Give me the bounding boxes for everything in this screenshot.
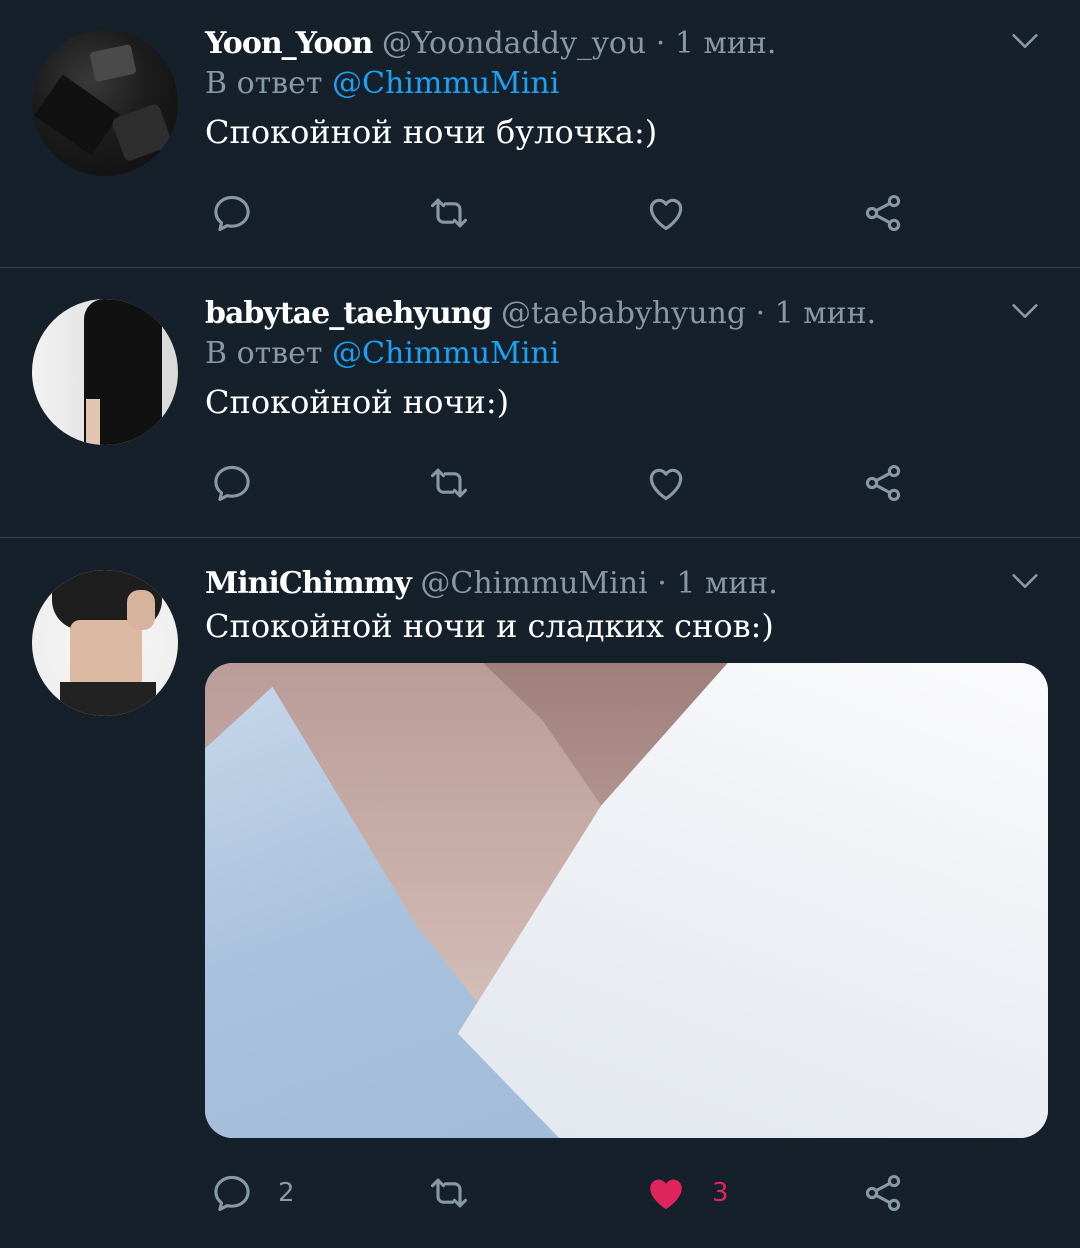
share-button[interactable]: [861, 458, 905, 508]
reply-button[interactable]: [210, 458, 254, 508]
share-icon: [861, 1171, 905, 1215]
chevron-down-icon[interactable]: [1008, 294, 1042, 328]
reply-context: В ответ @ChimmuMini: [205, 64, 1050, 104]
reply-mention[interactable]: @ChimmuMini: [332, 336, 559, 371]
tweet-text: Спокойной ночи и сладких снов:): [205, 607, 774, 645]
tweet-media-image[interactable]: [205, 663, 1048, 1138]
reply-context: В ответ @ChimmuMini: [205, 334, 1050, 374]
tweet-text: Спокойной ночи:): [205, 383, 510, 421]
reply-mention[interactable]: @ChimmuMini: [332, 66, 559, 101]
retweet-icon: [427, 1171, 471, 1215]
tweet-header: Yoon_Yoon @Yoondaddy_you · 1 мин.: [205, 24, 1050, 64]
heart-filled-icon: [644, 1171, 688, 1215]
heart-icon: [644, 461, 688, 505]
user-handle[interactable]: @ChimmuMini: [420, 566, 647, 601]
display-name[interactable]: babytae_taehyung: [205, 296, 492, 331]
tweet[interactable]: Yoon_Yoon @Yoondaddy_you · 1 мин. В отве…: [0, 0, 1080, 268]
like-button[interactable]: 3: [644, 1168, 729, 1218]
retweet-icon: [427, 461, 471, 505]
timestamp: · 1 мин.: [655, 26, 777, 61]
tweet-actions: [205, 188, 925, 238]
avatar[interactable]: [32, 299, 178, 445]
display-name[interactable]: Yoon_Yoon: [205, 26, 373, 61]
chevron-down-icon[interactable]: [1008, 24, 1042, 58]
reply-button[interactable]: 2: [210, 1168, 295, 1218]
tweet[interactable]: babytae_taehyung @taebabyhyung · 1 мин. …: [0, 268, 1080, 538]
retweet-button[interactable]: [427, 188, 471, 238]
tweet-header: babytae_taehyung @taebabyhyung · 1 мин.: [205, 294, 1050, 334]
like-count: 3: [712, 1178, 729, 1208]
like-button[interactable]: [644, 188, 688, 238]
retweet-button[interactable]: [427, 1168, 471, 1218]
like-button[interactable]: [644, 458, 688, 508]
user-handle[interactable]: @taebabyhyung: [501, 296, 746, 331]
share-button[interactable]: [861, 1168, 905, 1218]
reply-icon: [210, 191, 254, 235]
display-name[interactable]: MiniChimmy: [205, 566, 412, 601]
tweet-header: MiniChimmy @ChimmuMini · 1 мин.: [205, 564, 1050, 604]
timestamp: · 1 мин.: [657, 566, 778, 601]
share-icon: [861, 461, 905, 505]
avatar[interactable]: [32, 30, 178, 176]
timestamp: · 1 мин.: [755, 296, 877, 331]
chevron-down-icon[interactable]: [1008, 564, 1042, 598]
tweet-actions: [205, 458, 925, 508]
heart-icon: [644, 191, 688, 235]
share-icon: [861, 191, 905, 235]
retweet-icon: [427, 191, 471, 235]
tweet-text: Спокойной ночи булочка:): [205, 113, 658, 151]
reply-icon: [210, 1171, 254, 1215]
avatar[interactable]: [32, 570, 178, 716]
tweet-actions: 2 3: [205, 1168, 925, 1218]
reply-count: 2: [278, 1178, 295, 1208]
share-button[interactable]: [861, 188, 905, 238]
reply-button[interactable]: [210, 188, 254, 238]
reply-prefix: В ответ: [205, 66, 323, 101]
retweet-button[interactable]: [427, 458, 471, 508]
reply-prefix: В ответ: [205, 336, 323, 371]
reply-icon: [210, 461, 254, 505]
user-handle[interactable]: @Yoondaddy_you: [382, 26, 646, 61]
